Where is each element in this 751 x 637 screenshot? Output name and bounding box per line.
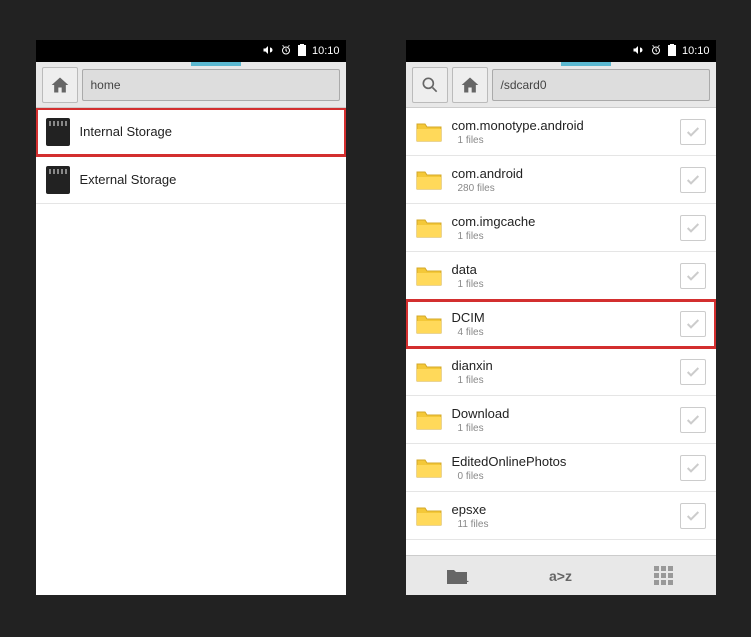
item-name: EditedOnlinePhotos: [452, 454, 670, 469]
path-text: /sdcard0: [501, 78, 547, 92]
sort-button[interactable]: a>z: [509, 556, 612, 595]
toolbar: home: [36, 62, 346, 108]
phone-left: 10:10 home Internal Storage External Sto…: [36, 40, 346, 595]
folder-icon: [416, 457, 442, 479]
tab-indicator: [191, 62, 241, 66]
phone-right: 10:10 /sdcard0 com.monotype.android 1 fi…: [406, 40, 716, 595]
battery-icon: [298, 44, 306, 59]
volume-icon: [632, 44, 644, 59]
storage-list: Internal Storage External Storage: [36, 108, 346, 595]
item-name: com.monotype.android: [452, 118, 670, 133]
select-checkbox[interactable]: [680, 263, 706, 289]
folder-item[interactable]: com.imgcache 1 files: [406, 204, 716, 252]
folder-icon: [416, 409, 442, 431]
sdcard-icon: [46, 166, 70, 194]
select-checkbox[interactable]: [680, 215, 706, 241]
folder-icon: [416, 217, 442, 239]
select-checkbox[interactable]: [680, 359, 706, 385]
folder-icon: [416, 121, 442, 143]
select-checkbox[interactable]: [680, 311, 706, 337]
item-sub: 4 files: [458, 327, 670, 338]
folder-item[interactable]: epsxe 11 files: [406, 492, 716, 540]
storage-item[interactable]: External Storage: [36, 156, 346, 204]
item-sub: 0 files: [458, 471, 670, 482]
storage-item[interactable]: Internal Storage: [36, 108, 346, 156]
path-input[interactable]: /sdcard0: [492, 69, 710, 101]
new-folder-button[interactable]: +: [406, 556, 509, 595]
battery-icon: [668, 44, 676, 59]
item-sub: 280 files: [458, 183, 670, 194]
path-input[interactable]: home: [82, 69, 340, 101]
home-button[interactable]: [42, 67, 78, 103]
svg-text:+: +: [463, 577, 469, 586]
sort-label: a>z: [549, 568, 572, 584]
folder-item[interactable]: EditedOnlinePhotos 0 files: [406, 444, 716, 492]
item-sub: 11 files: [458, 519, 670, 530]
alarm-icon: [280, 44, 292, 59]
item-sub: 1 files: [458, 375, 670, 386]
folder-icon: [416, 265, 442, 287]
select-checkbox[interactable]: [680, 455, 706, 481]
status-time: 10:10: [312, 45, 340, 57]
toolbar: /sdcard0: [406, 62, 716, 108]
item-name: data: [452, 262, 670, 277]
folder-item[interactable]: data 1 files: [406, 252, 716, 300]
status-bar: 10:10: [406, 40, 716, 62]
grid-view-button[interactable]: [612, 556, 715, 595]
folder-icon: [416, 361, 442, 383]
volume-icon: [262, 44, 274, 59]
item-name: External Storage: [80, 172, 336, 187]
item-name: DCIM: [452, 310, 670, 325]
select-checkbox[interactable]: [680, 407, 706, 433]
item-sub: 1 files: [458, 279, 670, 290]
tab-indicator: [561, 62, 611, 66]
folder-item[interactable]: dianxin 1 files: [406, 348, 716, 396]
item-sub: 1 files: [458, 135, 670, 146]
folder-icon: [416, 169, 442, 191]
folder-item[interactable]: com.android 280 files: [406, 156, 716, 204]
folder-item[interactable]: com.monotype.android 1 files: [406, 108, 716, 156]
folder-icon: [416, 505, 442, 527]
folder-list: com.monotype.android 1 files com.android…: [406, 108, 716, 555]
alarm-icon: [650, 44, 662, 59]
item-name: epsxe: [452, 502, 670, 517]
item-sub: 1 files: [458, 423, 670, 434]
item-name: Download: [452, 406, 670, 421]
path-text: home: [91, 78, 121, 92]
search-button[interactable]: [412, 67, 448, 103]
select-checkbox[interactable]: [680, 119, 706, 145]
bottom-bar: + a>z: [406, 555, 716, 595]
item-name: dianxin: [452, 358, 670, 373]
folder-item[interactable]: DCIM 4 files: [406, 300, 716, 348]
item-sub: 1 files: [458, 231, 670, 242]
home-button[interactable]: [452, 67, 488, 103]
folder-icon: [416, 313, 442, 335]
item-name: Internal Storage: [80, 124, 336, 139]
select-checkbox[interactable]: [680, 167, 706, 193]
select-checkbox[interactable]: [680, 503, 706, 529]
status-time: 10:10: [682, 45, 710, 57]
item-name: com.imgcache: [452, 214, 670, 229]
folder-item[interactable]: Download 1 files: [406, 396, 716, 444]
status-bar: 10:10: [36, 40, 346, 62]
sdcard-icon: [46, 118, 70, 146]
item-name: com.android: [452, 166, 670, 181]
